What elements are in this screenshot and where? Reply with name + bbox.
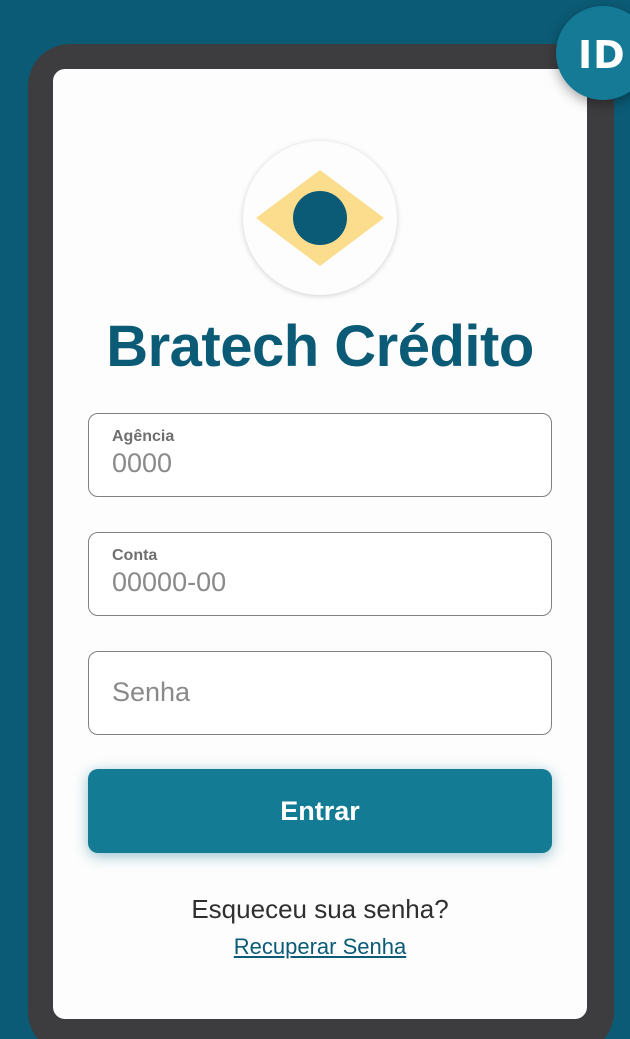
conta-value[interactable]: 00000-00 bbox=[112, 567, 226, 598]
diamond-circle-logo-icon bbox=[256, 170, 384, 266]
phone-frame: Bratech Crédito Agência 0000 Conta 00000… bbox=[28, 44, 614, 1039]
recover-password-link[interactable]: Recuperar Senha bbox=[53, 934, 587, 960]
conta-label: Conta bbox=[112, 547, 158, 564]
id-badge-text: ID bbox=[578, 33, 626, 77]
agencia-label: Agência bbox=[112, 428, 175, 445]
login-screen: Bratech Crédito Agência 0000 Conta 00000… bbox=[53, 69, 587, 1019]
agencia-field[interactable]: Agência 0000 bbox=[88, 413, 552, 497]
brand-logo bbox=[243, 141, 397, 295]
enter-button[interactable]: Entrar bbox=[88, 769, 552, 853]
senha-field[interactable]: Senha bbox=[88, 651, 552, 735]
conta-field[interactable]: Conta 00000-00 bbox=[88, 532, 552, 616]
agencia-value[interactable]: 0000 bbox=[112, 448, 172, 479]
forgot-password-text: Esqueceu sua senha? bbox=[191, 894, 449, 924]
senha-placeholder[interactable]: Senha bbox=[112, 677, 190, 708]
brand-title: Bratech Crédito bbox=[106, 314, 534, 379]
